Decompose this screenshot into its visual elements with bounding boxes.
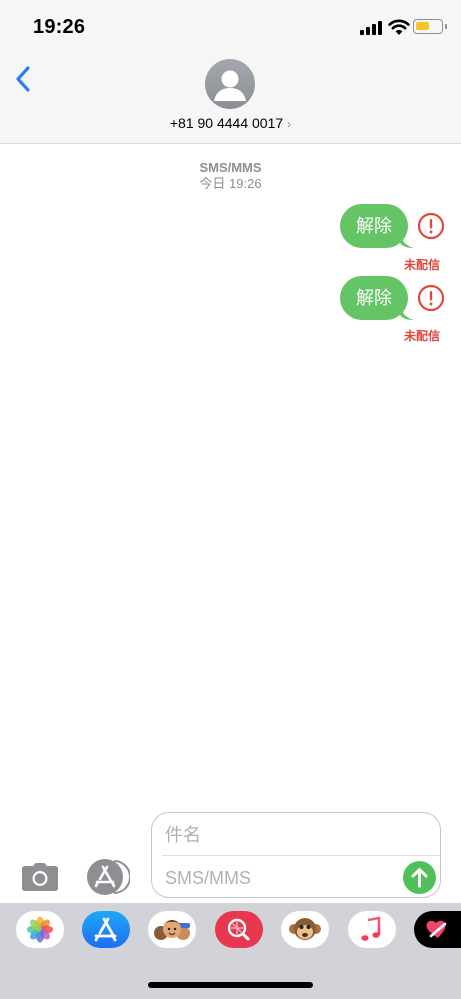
exclamation-circle-icon[interactable]	[417, 212, 445, 240]
memoji-icon	[154, 920, 190, 940]
bubble-tail	[400, 306, 414, 320]
exclamation-circle-icon[interactable]	[417, 284, 445, 312]
person-silhouette-icon[interactable]	[205, 59, 255, 109]
music-app-button[interactable]	[348, 911, 396, 948]
subject-input[interactable]	[165, 821, 425, 849]
animoji-app-button[interactable]	[281, 911, 329, 948]
music-icon	[361, 916, 381, 941]
cellular-signal-icon	[360, 21, 384, 35]
message-bubble[interactable]: 解除	[340, 204, 408, 248]
digital-touch-app-button[interactable]	[414, 911, 461, 948]
conversation-timestamp: 今日 19:26	[199, 176, 262, 191]
status-time: 19:26	[33, 16, 86, 38]
message-bubble[interactable]: 解除	[340, 276, 408, 320]
send-button[interactable]	[403, 861, 436, 894]
search-images-icon	[227, 918, 250, 941]
conversation-meta: SMS/MMS 今日 19:26	[0, 160, 461, 192]
bubble-tail	[400, 234, 414, 248]
undelivered-label: 未配信	[403, 329, 440, 343]
contact-info-button[interactable]: +81 90 4444 0017 ›	[0, 115, 461, 131]
status-bar: 19:26	[0, 0, 461, 50]
image-search-app-button[interactable]	[215, 911, 263, 948]
memoji-app-button[interactable]	[148, 911, 196, 948]
animoji-monkey-icon	[289, 918, 321, 940]
wifi-icon	[388, 19, 410, 35]
app-store-app-button[interactable]	[82, 911, 130, 948]
arrow-up-icon	[411, 868, 428, 888]
photos-app-button[interactable]	[16, 911, 64, 948]
chevron-left-icon[interactable]	[12, 64, 36, 94]
battery-icon	[413, 19, 443, 34]
battery-level	[416, 22, 429, 30]
compose-divider	[162, 855, 440, 856]
undelivered-label: 未配信	[403, 258, 440, 272]
digital-touch-icon	[426, 920, 447, 938]
chevron-right-icon: ›	[287, 117, 292, 131]
message-input[interactable]	[165, 864, 395, 892]
battery-cap	[445, 24, 447, 29]
app-store-icon[interactable]	[86, 858, 130, 896]
photos-icon	[27, 916, 53, 943]
camera-icon[interactable]	[21, 862, 59, 892]
conversation-header: +81 90 4444 0017 ›	[0, 50, 461, 144]
service-label: SMS/MMS	[199, 160, 262, 175]
home-indicator[interactable]	[148, 982, 313, 988]
contact-name: +81 90 4444 0017	[169, 115, 284, 131]
app-store-icon	[94, 917, 117, 942]
